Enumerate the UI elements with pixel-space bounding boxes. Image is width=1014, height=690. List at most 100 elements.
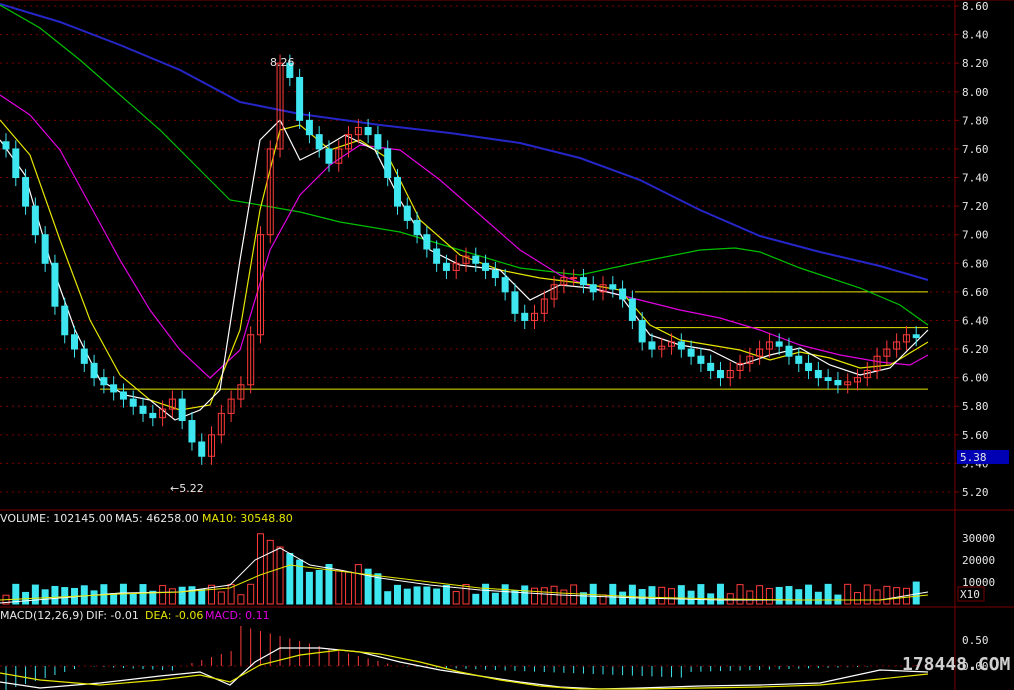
macd-value-label: MACD: 0.11 <box>205 609 270 622</box>
volume-bar-down <box>482 583 490 605</box>
price-tick-label: 7.80 <box>962 114 989 127</box>
candle-down <box>442 262 450 271</box>
candle-down <box>374 134 382 150</box>
candle-down <box>824 377 832 382</box>
candle-down <box>100 377 108 386</box>
current-price-label: 5.38 <box>960 451 987 464</box>
candle-down <box>315 134 323 150</box>
candle-down <box>149 412 157 419</box>
candle-down <box>628 298 636 321</box>
candle-down <box>178 398 186 422</box>
volume-label: VOLUME: 102145.00 <box>0 512 113 525</box>
volume-bar-down <box>413 586 421 605</box>
candle-up <box>570 277 578 280</box>
volume-bar-down <box>423 586 431 605</box>
candle-down <box>521 312 529 321</box>
macd-dif-label: DIF: -0.01 <box>86 609 139 622</box>
candle-down <box>384 148 392 179</box>
volume-unit: X10 <box>960 588 980 601</box>
candle-down <box>12 148 20 179</box>
volume-bar-down <box>697 584 705 605</box>
volume-bar-down <box>628 584 636 605</box>
volume-bar-down <box>648 586 656 605</box>
volume-ma10-label: MA10: 30548.80 <box>202 512 293 525</box>
price-tick-label: 6.60 <box>962 286 989 299</box>
volume-axis: 300002000010000 <box>962 532 995 589</box>
volume-bar-down <box>619 591 627 605</box>
candle-down <box>834 380 842 386</box>
candle-down <box>22 177 30 207</box>
volume-bar-down <box>775 586 783 605</box>
price-tick-label: 8.20 <box>962 57 989 70</box>
volume-bar-down <box>716 583 724 605</box>
volume-bar-down <box>188 586 196 605</box>
volume-bar-down <box>286 553 294 605</box>
price-tick-label: 6.40 <box>962 314 989 327</box>
volume-bar-down <box>814 591 822 605</box>
candle-down <box>805 362 813 371</box>
candle-down <box>110 384 118 393</box>
volume-bar-down <box>31 584 39 605</box>
candle-down <box>589 284 597 293</box>
high-price-label: 8.26 <box>270 56 295 69</box>
volume-bar-down <box>110 593 118 605</box>
volume-bar-down <box>472 593 480 605</box>
candle-down <box>609 284 617 290</box>
candle-down <box>785 345 793 357</box>
watermark-logo: 178448.COM <box>902 654 1011 675</box>
candle-down <box>90 362 98 379</box>
candle-down <box>638 319 646 343</box>
candle-down <box>648 341 656 350</box>
volume-bar-down <box>677 585 685 605</box>
volume-bar-down <box>139 584 147 605</box>
candle-down <box>139 405 147 414</box>
volume-bar-down <box>501 584 509 605</box>
volume-bar-down <box>805 584 813 605</box>
price-tick-label: 8.40 <box>962 29 989 42</box>
kline-chart: 8.60 8.40 8.20 8.00 7.80 7.60 7.40 7.20 7.00 6.80… <box>0 0 1014 690</box>
price-tick-label: 7.20 <box>962 200 989 213</box>
candle-down <box>119 391 127 400</box>
volume-bar-down <box>178 586 186 605</box>
candle-down <box>296 76 304 121</box>
candle-down <box>775 341 783 347</box>
price-tick-label: 8.60 <box>962 0 989 13</box>
price-tick-label: 5.60 <box>962 429 989 442</box>
candle-down <box>198 441 206 457</box>
candle-down <box>472 255 480 264</box>
candle-down <box>188 420 196 443</box>
candle-down <box>305 119 313 136</box>
price-tick-label: 7.00 <box>962 229 989 242</box>
volume-bar-down <box>305 571 313 605</box>
candle-down <box>433 248 441 264</box>
candle-down <box>687 348 695 357</box>
volume-bar-down <box>90 590 98 605</box>
candle-down <box>41 234 49 264</box>
volume-bar-down <box>795 589 803 605</box>
candle-down <box>31 205 39 236</box>
volume-bar-down <box>403 588 411 605</box>
price-tick-label: 5.80 <box>962 400 989 413</box>
volume-bar-down <box>433 588 441 605</box>
volume-bar-down <box>491 592 499 605</box>
candle-down <box>716 370 724 379</box>
volume-bar-down <box>41 589 49 605</box>
candle-down <box>393 177 401 207</box>
candle-down <box>129 398 137 407</box>
price-tick-label: 6.20 <box>962 343 989 356</box>
candle-down <box>579 277 587 286</box>
low-price-label: ←5.22 <box>170 482 204 495</box>
volume-bar-down <box>521 585 529 605</box>
candle-down <box>61 305 69 336</box>
candle-down <box>619 288 627 300</box>
volume-bar-down <box>609 583 617 605</box>
volume-bar-down <box>442 584 450 605</box>
candle-down <box>677 341 685 350</box>
candle-down <box>423 234 431 250</box>
candle-down <box>71 334 79 350</box>
candle-down <box>413 219 421 236</box>
candle-down <box>795 355 803 364</box>
candle-down <box>912 334 920 339</box>
volume-tick-label: 30000 <box>962 532 995 545</box>
price-tick-label: 7.40 <box>962 172 989 185</box>
